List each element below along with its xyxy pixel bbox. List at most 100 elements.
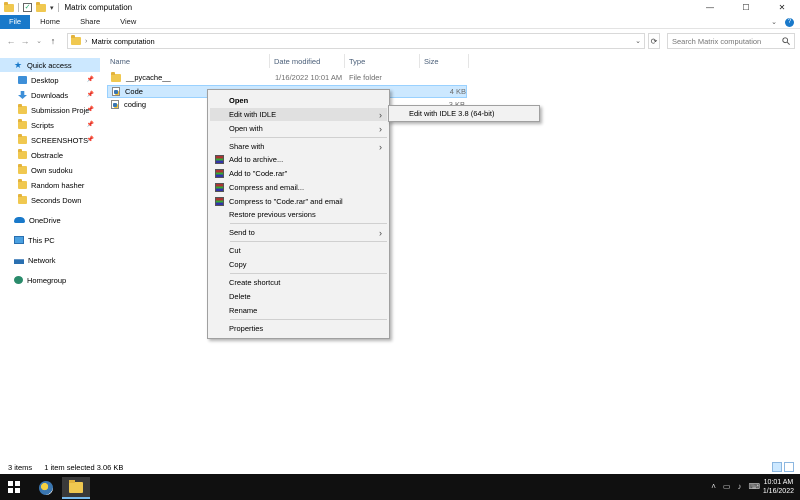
file-explorer-icon <box>69 479 83 493</box>
table-row[interactable]: __pycache__ 1/16/2022 10:01 AM File fold… <box>107 71 467 84</box>
chevron-up-icon[interactable]: ˄ <box>711 482 716 491</box>
menu-item-copy[interactable]: Copy <box>210 258 387 271</box>
search-input[interactable]: Search Matrix computation <box>667 33 795 49</box>
folder-icon <box>18 119 27 129</box>
tab-share[interactable]: Share <box>70 15 110 29</box>
column-header-size[interactable]: Size <box>421 54 469 68</box>
chevron-right-icon: › <box>379 109 382 120</box>
menu-item-restore-previous-versions[interactable]: Restore previous versions <box>210 208 387 221</box>
menu-item-open[interactable]: Open <box>210 94 387 107</box>
sidebar-item-downloads[interactable]: Downloads 📌 <box>0 88 100 102</box>
menu-item-compress-email[interactable]: Compress and email... <box>210 181 387 194</box>
menu-item-label: Compress and email... <box>229 183 305 192</box>
forward-icon[interactable]: → <box>18 34 32 48</box>
divider <box>57 3 59 12</box>
taskbar-app-file-explorer[interactable] <box>62 477 90 499</box>
sidebar-item-own-sudoku[interactable]: Own sudoku <box>0 163 100 177</box>
recent-locations-icon[interactable]: ⌄ <box>32 34 46 48</box>
menu-item-label: Edit with IDLE 3.8 (64-bit) <box>409 109 495 118</box>
menu-item-compress-rar-email[interactable]: Compress to "Code.rar" and email <box>210 195 387 208</box>
menu-item-rename[interactable]: Rename <box>210 304 387 317</box>
pin-icon: 📌 <box>86 122 94 128</box>
sidebar-item-submission-project[interactable]: Submission Proje 📌 <box>0 103 100 117</box>
volume-icon[interactable]: ♪ <box>737 482 741 491</box>
menu-item-cut[interactable]: Cut <box>210 244 387 257</box>
sidebar-item-onedrive[interactable]: OneDrive <box>0 213 100 227</box>
sidebar-item-label: Submission Proje <box>31 105 90 115</box>
column-header-date[interactable]: Date modified <box>271 54 345 68</box>
back-icon[interactable]: ← <box>4 34 18 48</box>
sidebar-item-label: Obstracle <box>31 150 64 160</box>
computer-icon <box>14 236 24 244</box>
windows-start-icon[interactable] <box>8 481 20 493</box>
onedrive-icon <box>14 217 25 223</box>
refresh-button[interactable]: ⟳ <box>648 33 660 49</box>
sidebar-item-homegroup[interactable]: Homegroup <box>0 273 100 287</box>
winrar-icon <box>215 197 224 206</box>
close-button[interactable]: ✕ <box>764 0 800 15</box>
file-date: 1/16/2022 10:01 AM <box>275 73 343 82</box>
expand-ribbon-icon[interactable]: ⌄ <box>771 18 777 26</box>
sidebar-item-label: This PC <box>28 235 55 245</box>
file-size: 4 KB <box>449 87 466 96</box>
tab-home[interactable]: Home <box>30 15 70 29</box>
menu-item-add-to-archive[interactable]: Add to archive... <box>210 153 387 166</box>
file-name-label: __pycache__ <box>126 73 171 82</box>
sidebar-item-screenshots[interactable]: SCREENSHOTS 📌 <box>0 133 100 147</box>
menu-item-delete[interactable]: Delete <box>210 290 387 303</box>
menu-item-add-to-rar[interactable]: Add to "Code.rar" <box>210 167 387 180</box>
menu-item-open-with[interactable]: Open with › <box>210 122 387 135</box>
breadcrumb[interactable]: Matrix computation <box>91 37 154 46</box>
taskbar-app-idle[interactable] <box>32 477 60 499</box>
chevron-right-icon[interactable]: › <box>85 38 87 45</box>
details-view-icon[interactable] <box>772 462 782 472</box>
sidebar-item-obstracle[interactable]: Obstracle <box>0 148 100 162</box>
menu-separator <box>230 273 387 274</box>
tab-view[interactable]: View <box>110 15 146 29</box>
taskbar: ˄ ▭ ♪ ⌨ 10:01 AM 1/16/2022 <box>0 474 800 500</box>
menu-item-label: Add to "Code.rar" <box>229 169 288 178</box>
column-header-name[interactable]: Name <box>107 54 270 68</box>
address-row: ← → ⌄ ↑ › Matrix computation ⌄ ⟳ Search … <box>0 30 800 52</box>
tab-file[interactable]: File <box>0 14 31 29</box>
sidebar-item-seconds-down[interactable]: Seconds Down <box>0 193 100 207</box>
network-tray-icon[interactable]: ▭ <box>723 482 731 491</box>
chevron-down-icon[interactable]: ⌄ <box>635 37 641 45</box>
menu-item-label: Send to <box>229 228 255 237</box>
column-header-type[interactable]: Type <box>346 54 420 68</box>
minimize-button[interactable]: — <box>692 0 728 15</box>
sidebar-item-desktop[interactable]: Desktop 📌 <box>0 73 100 87</box>
up-icon[interactable]: ↑ <box>46 34 60 48</box>
file-name: __pycache__ <box>111 71 171 82</box>
menu-item-send-to[interactable]: Send to › <box>210 226 387 239</box>
chevron-right-icon: › <box>379 141 382 152</box>
address-bar[interactable]: › Matrix computation ⌄ <box>67 33 645 49</box>
context-menu: Open Edit with IDLE › Open with › Share wi… <box>207 89 390 339</box>
properties-icon[interactable]: ✓ <box>23 3 32 12</box>
menu-item-properties[interactable]: Properties <box>210 322 387 335</box>
selection-info: 1 item selected 3.06 KB <box>44 462 124 472</box>
sidebar-item-quick-access[interactable]: ★ Quick access <box>0 58 100 72</box>
sidebar-item-random-hasher[interactable]: Random hasher <box>0 178 100 192</box>
new-folder-icon[interactable] <box>36 1 46 12</box>
customize-toolbar-icon[interactable]: ▾ <box>50 4 54 12</box>
menu-item-create-shortcut[interactable]: Create shortcut <box>210 276 387 289</box>
folder-icon <box>18 104 27 114</box>
system-tray: ˄ ▭ ♪ ⌨ <box>711 482 760 491</box>
large-icons-view-icon[interactable] <box>784 462 794 472</box>
help-icon[interactable]: ? <box>785 17 794 27</box>
menu-separator <box>230 241 387 242</box>
menu-item-label: Rename <box>229 306 258 315</box>
clock[interactable]: 10:01 AM 1/16/2022 <box>763 478 794 496</box>
chevron-right-icon: › <box>379 227 382 238</box>
menu-item-edit-with-idle[interactable]: Edit with IDLE › <box>210 108 387 121</box>
sidebar-item-label: Homegroup <box>27 275 67 285</box>
sidebar-item-scripts[interactable]: Scripts 📌 <box>0 118 100 132</box>
maximize-button[interactable]: ☐ <box>728 0 764 15</box>
sidebar-item-this-pc[interactable]: This PC <box>0 233 100 247</box>
menu-item-share-with[interactable]: Share with › <box>210 140 387 153</box>
sidebar-item-label: Network <box>28 255 56 265</box>
keyboard-icon[interactable]: ⌨ <box>748 482 760 491</box>
sidebar-item-network[interactable]: Network <box>0 253 100 267</box>
menu-item-edit-with-idle-38[interactable]: Edit with IDLE 3.8 (64-bit) <box>391 107 539 120</box>
